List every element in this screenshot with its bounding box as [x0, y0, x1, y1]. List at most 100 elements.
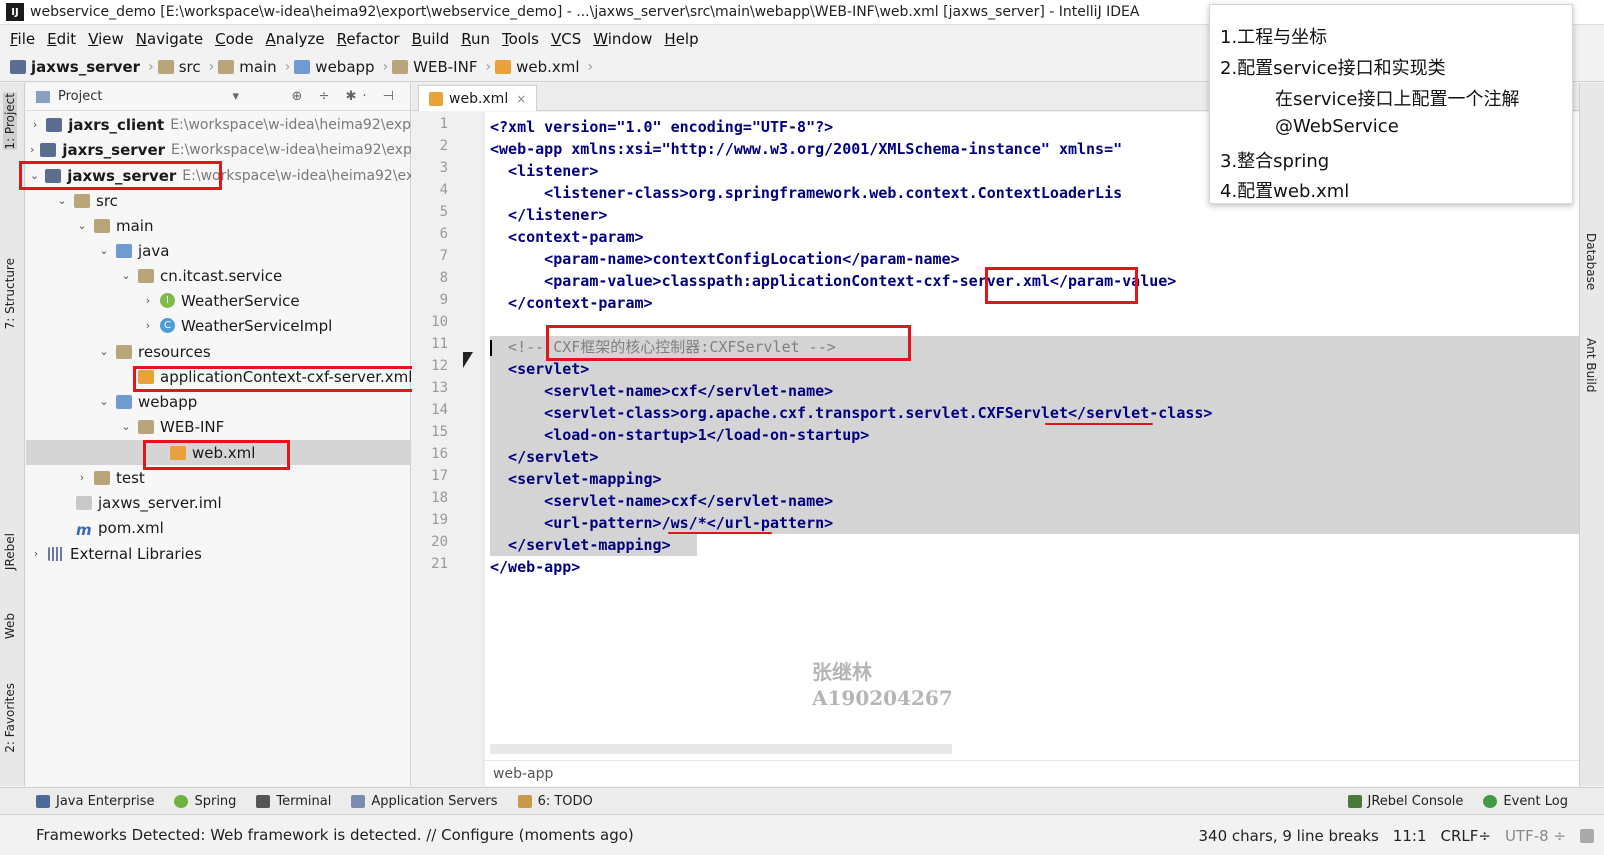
tool-tab-favorites[interactable]: 2: Favorites: [3, 683, 17, 753]
tree-item-jaxrs-client[interactable]: › jaxrs_client E:\workspace\w-idea\heima…: [26, 112, 411, 137]
menu-file[interactable]: File: [4, 30, 41, 48]
window-title: webservice_demo [E:\workspace\w-idea\hei…: [30, 4, 1140, 20]
chevron-right-icon[interactable]: ›: [30, 143, 34, 156]
menu-edit[interactable]: Edit: [41, 30, 82, 48]
source-folder-icon: [116, 243, 132, 258]
resources-folder-icon: [116, 344, 132, 359]
menu-refactor[interactable]: Refactor: [331, 30, 406, 48]
note-line-4: @WebService: [1275, 116, 1399, 137]
tool-todo[interactable]: 6: TODO: [517, 794, 593, 809]
tree-item-src[interactable]: ⌄ src: [26, 188, 411, 213]
tool-window-bar: Java Enterprise Spring Terminal Applicat…: [0, 787, 1604, 814]
annotation-box-comment: [546, 325, 911, 361]
note-line-1: 1.工程与坐标: [1220, 27, 1328, 48]
file-encoding[interactable]: UTF-8 ÷: [1505, 827, 1566, 845]
status-message[interactable]: Frameworks Detected: Web framework is de…: [36, 826, 634, 844]
xml-breadcrumb[interactable]: web-app: [485, 760, 1579, 786]
tool-tab-web[interactable]: Web: [3, 613, 17, 639]
tool-jrebel-console[interactable]: JRebel Console: [1347, 794, 1463, 809]
code-editor[interactable]: <?xml version="1.0" encoding="UTF-8"?> <…: [485, 112, 1579, 786]
tree-item-package[interactable]: ⌄ cn.itcast.service: [26, 263, 411, 288]
menu-analyze[interactable]: Analyze: [260, 30, 331, 48]
menu-view[interactable]: View: [82, 30, 130, 48]
code-line-21: </web-app>: [490, 558, 581, 576]
todo-icon: [517, 794, 532, 808]
line-number: 5: [439, 204, 448, 220]
tool-tab-ant-build[interactable]: Ant Build: [1584, 338, 1598, 392]
tree-item-java[interactable]: ⌄ java: [26, 238, 411, 263]
tool-tab-project[interactable]: 1: Project: [3, 93, 17, 150]
line-number: 11: [431, 336, 448, 352]
crumb-module[interactable]: jaxws_server ›: [10, 58, 154, 76]
chevron-down-icon[interactable]: ⌄: [98, 244, 110, 257]
chevron-right-icon[interactable]: ›: [76, 471, 88, 484]
chevron-right-icon[interactable]: ›: [142, 294, 154, 307]
package-icon: [138, 268, 154, 283]
tree-item-weather-service-impl[interactable]: › C WeatherServiceImpl: [26, 313, 411, 338]
chevron-down-icon[interactable]: ⌄: [98, 345, 110, 358]
chevron-down-icon[interactable]: ⌄: [120, 420, 132, 433]
tree-item-web-inf[interactable]: ⌄ WEB-INF: [26, 414, 411, 439]
line-number: 17: [431, 468, 448, 484]
crumb-main[interactable]: main ›: [218, 58, 290, 76]
chevron-down-icon[interactable]: ⌄: [120, 269, 132, 282]
menu-run[interactable]: Run: [455, 30, 496, 48]
line-number: 15: [431, 424, 448, 440]
tool-terminal[interactable]: Terminal: [256, 794, 331, 809]
tool-java-enterprise[interactable]: Java Enterprise: [36, 794, 154, 809]
chevron-down-icon[interactable]: ⌄: [76, 219, 88, 232]
line-number: 10: [431, 314, 448, 330]
code-line-3: <listener>: [490, 162, 599, 180]
tool-event-log[interactable]: Event Log: [1483, 794, 1568, 809]
chevron-right-icon[interactable]: ›: [30, 118, 40, 131]
project-view-selector[interactable]: Project: [58, 89, 102, 104]
code-line-14: <servlet-class>org.apache.cxf.transport.…: [490, 404, 1213, 422]
menu-help[interactable]: Help: [658, 30, 704, 48]
tool-tab-jrebel[interactable]: JRebel: [3, 533, 17, 570]
menu-navigate[interactable]: Navigate: [130, 30, 209, 48]
close-icon[interactable]: ×: [516, 92, 526, 106]
tab-web-xml[interactable]: web.xml ×: [418, 85, 538, 111]
menu-tools[interactable]: Tools: [496, 30, 545, 48]
line-number: 1: [439, 116, 448, 132]
caret-position[interactable]: 11:1: [1393, 827, 1427, 845]
chevron-down-icon[interactable]: ⌄: [98, 395, 110, 408]
menu-code[interactable]: Code: [209, 30, 259, 48]
tree-item-webapp[interactable]: ⌄ webapp: [26, 389, 411, 414]
code-line-13: <servlet-name>cxf</servlet-name>: [490, 382, 834, 400]
tree-item-resources[interactable]: ⌄ resources: [26, 339, 411, 364]
lock-icon[interactable]: [1580, 828, 1594, 843]
chevron-right-icon[interactable]: ›: [30, 547, 42, 560]
menu-vcs[interactable]: VCS: [545, 30, 587, 48]
tree-item-main[interactable]: ⌄ main: [26, 213, 411, 238]
chevron-right-icon[interactable]: ›: [142, 319, 154, 332]
tool-spring[interactable]: Spring: [174, 794, 236, 809]
tree-item-external-libraries[interactable]: › External Libraries: [26, 541, 411, 566]
tool-tab-structure[interactable]: 7: Structure: [3, 258, 17, 329]
crumb-web-xml[interactable]: web.xml ›: [495, 58, 593, 76]
crumb-webapp[interactable]: webapp ›: [294, 58, 388, 76]
chevron-down-icon[interactable]: ▾: [232, 89, 239, 104]
tree-item-iml[interactable]: jaxws_server.iml: [26, 490, 411, 515]
tree-item-jaxrs-server[interactable]: › jaxrs_server E:\workspace\w-idea\heima…: [26, 137, 411, 162]
code-line-17: <servlet-mapping>: [490, 470, 662, 488]
folder-icon: [218, 59, 235, 74]
spring-icon: [174, 794, 189, 808]
tree-item-weather-service[interactable]: › I WeatherService: [26, 288, 411, 313]
menu-window[interactable]: Window: [587, 30, 658, 48]
chevron-down-icon[interactable]: ⌄: [56, 194, 68, 207]
iml-file-icon: [76, 495, 92, 510]
tool-application-servers[interactable]: Application Servers: [351, 794, 498, 809]
menu-build[interactable]: Build: [406, 30, 456, 48]
tool-tab-database[interactable]: Database: [1584, 233, 1598, 290]
line-separator[interactable]: CRLF÷: [1440, 827, 1490, 845]
jrebel-icon: [1347, 795, 1362, 808]
project-panel-tools[interactable]: ⊕ ÷ ✱· ⊣: [291, 89, 400, 104]
tree-item-pom[interactable]: m pom.xml: [26, 515, 411, 540]
horizontal-scrollbar[interactable]: [490, 744, 952, 754]
watermark-name: 张继林: [812, 660, 872, 684]
module-icon: [10, 59, 26, 74]
crumb-src[interactable]: src ›: [157, 58, 214, 76]
crumb-web-inf[interactable]: WEB-INF ›: [392, 58, 491, 76]
status-right: 340 chars, 9 line breaks 11:1 CRLF÷ UTF-…: [1199, 815, 1604, 855]
